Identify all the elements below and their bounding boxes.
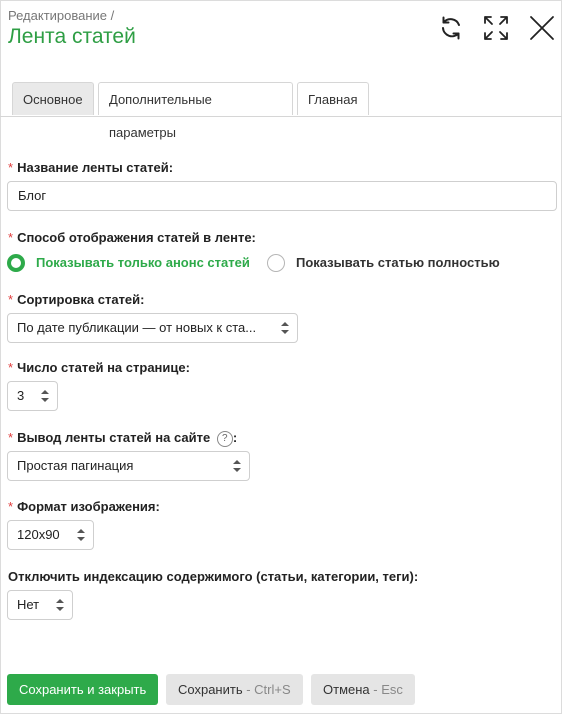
output-label: * Вывод ленты статей на сайте ?: xyxy=(8,430,238,447)
tab-home[interactable]: Главная xyxy=(297,82,369,115)
select-arrows-icon xyxy=(56,599,64,611)
close-icon[interactable] xyxy=(528,14,556,42)
radio-announce-only[interactable] xyxy=(7,254,25,272)
help-icon[interactable]: ? xyxy=(216,431,233,447)
output-select[interactable]: Простая пагинация xyxy=(7,451,250,481)
noindex-select[interactable]: Нет xyxy=(7,590,73,620)
name-label: * Название ленты статей: xyxy=(8,160,174,175)
sort-select-value: По дате публикации — от новых к ста... xyxy=(17,320,257,335)
required-mark: * xyxy=(8,499,14,514)
required-mark: * xyxy=(8,360,14,375)
display-mode-label: * Способ отображения статей в ленте: xyxy=(8,230,256,245)
radio-announce-only-label[interactable]: Показывать только анонс статей xyxy=(36,255,250,270)
sort-select[interactable]: По дате публикации — от новых к ста... xyxy=(7,313,298,343)
select-arrows-icon xyxy=(233,460,241,472)
per-page-label: * Число статей на странице: xyxy=(8,360,190,375)
cancel-button[interactable]: Отмена - Esc xyxy=(311,674,415,705)
per-page-select-value: 3 xyxy=(17,388,25,403)
tab-main[interactable]: Основное xyxy=(12,82,94,115)
required-mark: * xyxy=(8,430,14,445)
output-select-value: Простая пагинация xyxy=(17,458,134,473)
select-arrows-icon xyxy=(41,390,49,402)
noindex-select-value: Нет xyxy=(17,597,40,612)
required-mark: * xyxy=(8,292,14,307)
radio-full-article-label[interactable]: Показывать статью полностью xyxy=(296,255,500,270)
noindex-label: Отключить индексацию содержимого (статьи… xyxy=(8,569,419,584)
select-arrows-icon xyxy=(281,322,289,334)
radio-full-article[interactable] xyxy=(267,254,285,272)
select-arrows-icon xyxy=(77,529,85,541)
image-format-select-value: 120x90 xyxy=(17,527,60,542)
name-input[interactable]: Блог xyxy=(7,181,557,211)
sort-label: * Сортировка статей: xyxy=(8,292,145,307)
expand-icon[interactable] xyxy=(482,14,510,42)
page-title: Лента статей xyxy=(8,25,136,48)
tab-additional-params[interactable]: Дополнительные параметры xyxy=(98,82,293,140)
required-mark: * xyxy=(8,160,14,175)
image-format-select[interactable]: 120x90 xyxy=(7,520,94,550)
refresh-icon[interactable] xyxy=(437,14,465,42)
save-button[interactable]: Сохранить - Ctrl+S xyxy=(166,674,303,705)
required-mark: * xyxy=(8,230,14,245)
save-and-close-button[interactable]: Сохранить и закрыть xyxy=(7,674,159,705)
tab-bar: Основное Дополнительные параметры Главна… xyxy=(0,82,562,140)
breadcrumb[interactable]: Редактирование / xyxy=(8,8,114,23)
image-format-label: * Формат изображения: xyxy=(8,499,160,514)
per-page-select[interactable]: 3 xyxy=(7,381,58,411)
